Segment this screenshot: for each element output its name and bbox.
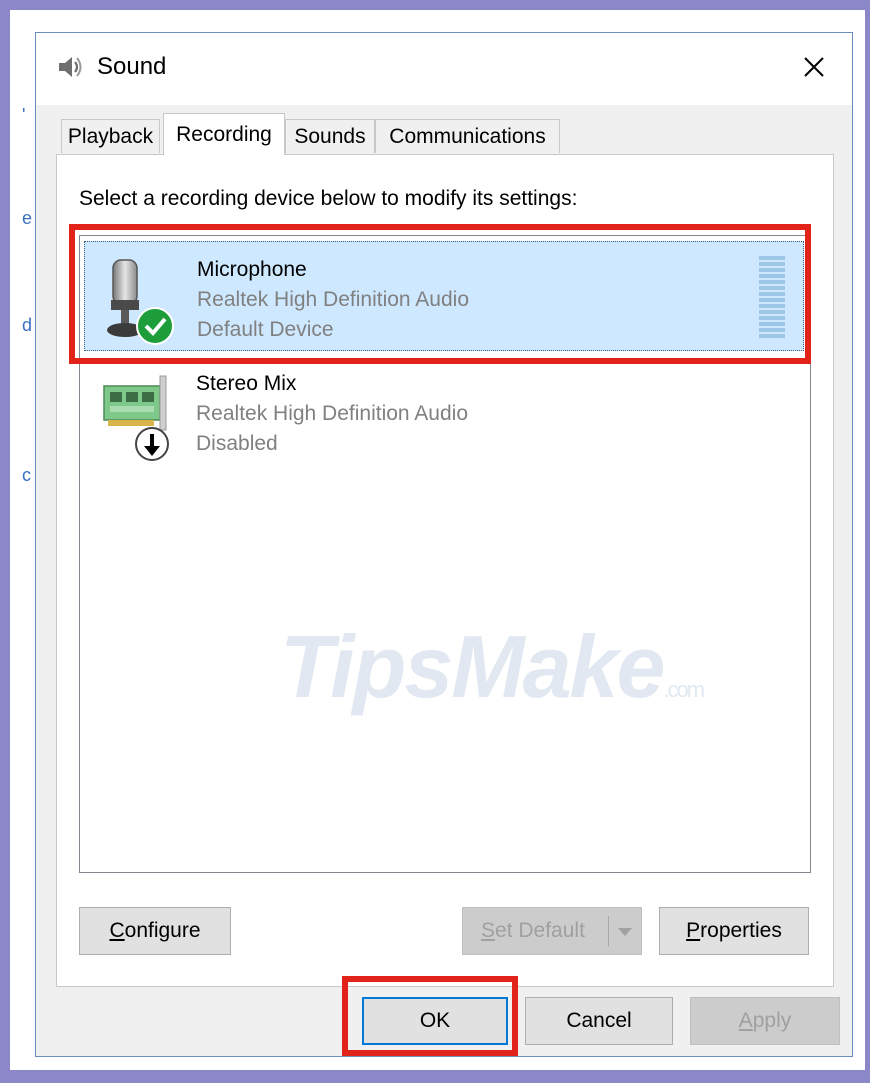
speaker-icon bbox=[59, 57, 82, 77]
set-default-button[interactable]: Set Default bbox=[462, 907, 642, 955]
cancel-button[interactable]: Cancel bbox=[525, 997, 673, 1045]
device-stereo-mix[interactable]: Stereo Mix Realtek High Definition Audio… bbox=[84, 356, 804, 466]
level-meter-segment bbox=[759, 310, 785, 314]
tab-playback[interactable]: Playback bbox=[61, 119, 160, 153]
device-name: Stereo Mix bbox=[196, 372, 297, 395]
close-button[interactable] bbox=[792, 45, 836, 89]
window-title: Sound bbox=[97, 53, 167, 80]
device-name: Microphone bbox=[197, 258, 307, 281]
microphone-icon bbox=[107, 259, 174, 345]
device-microphone[interactable]: Microphone Realtek High Definition Audio… bbox=[84, 241, 804, 351]
device-list[interactable]: Microphone Realtek High Definition Audio… bbox=[79, 235, 811, 873]
chevron-down-icon bbox=[618, 928, 632, 936]
properties-button[interactable]: Properties bbox=[659, 907, 809, 955]
device-status: Disabled bbox=[196, 432, 278, 455]
tab-label: Sounds bbox=[294, 124, 366, 148]
sound-dialog: Sound Playback Recording Sounds Communic… bbox=[35, 32, 853, 1057]
level-meter-segment bbox=[759, 268, 785, 272]
tab-sounds[interactable]: Sounds bbox=[285, 119, 375, 153]
level-meter bbox=[759, 256, 785, 338]
ok-button[interactable]: OK bbox=[362, 997, 508, 1045]
tab-recording[interactable]: Recording bbox=[163, 113, 285, 155]
level-meter-segment bbox=[759, 280, 785, 284]
level-meter-segment bbox=[759, 274, 785, 278]
down-arrow-badge-icon bbox=[135, 427, 169, 461]
background-fragment: d bbox=[22, 315, 33, 335]
tab-label: Communications bbox=[389, 124, 546, 148]
level-meter-segment bbox=[759, 262, 785, 266]
watermark-logo: TipsMake.com bbox=[280, 617, 705, 716]
device-driver: Realtek High Definition Audio bbox=[197, 288, 469, 311]
title-bar: Sound bbox=[36, 33, 852, 105]
background-fragment: e bbox=[22, 208, 33, 228]
tab-label: Recording bbox=[176, 122, 272, 146]
sound-card-icon bbox=[103, 375, 169, 461]
level-meter-segment bbox=[759, 334, 785, 338]
instruction-text: Select a recording device below to modif… bbox=[79, 187, 578, 210]
checkmark-badge-icon bbox=[136, 307, 174, 345]
level-meter-segment bbox=[759, 286, 785, 290]
background-fragment: c bbox=[22, 465, 31, 485]
level-meter-segment bbox=[759, 292, 785, 296]
recording-panel: Select a recording device below to modif… bbox=[56, 154, 834, 987]
level-meter-segment bbox=[759, 328, 785, 332]
configure-button[interactable]: Configure bbox=[79, 907, 231, 955]
device-driver: Realtek High Definition Audio bbox=[196, 402, 468, 425]
level-meter-segment bbox=[759, 316, 785, 320]
level-meter-segment bbox=[759, 304, 785, 308]
split-divider bbox=[608, 916, 609, 946]
level-meter-segment bbox=[759, 298, 785, 302]
level-meter-segment bbox=[759, 322, 785, 326]
device-status: Default Device bbox=[197, 318, 334, 341]
close-icon bbox=[804, 57, 824, 77]
background-fragment: ' bbox=[22, 105, 26, 125]
tab-communications[interactable]: Communications bbox=[375, 119, 560, 153]
tab-label: Playback bbox=[67, 124, 154, 148]
level-meter-segment bbox=[759, 256, 785, 260]
apply-button[interactable]: Apply bbox=[690, 997, 840, 1045]
